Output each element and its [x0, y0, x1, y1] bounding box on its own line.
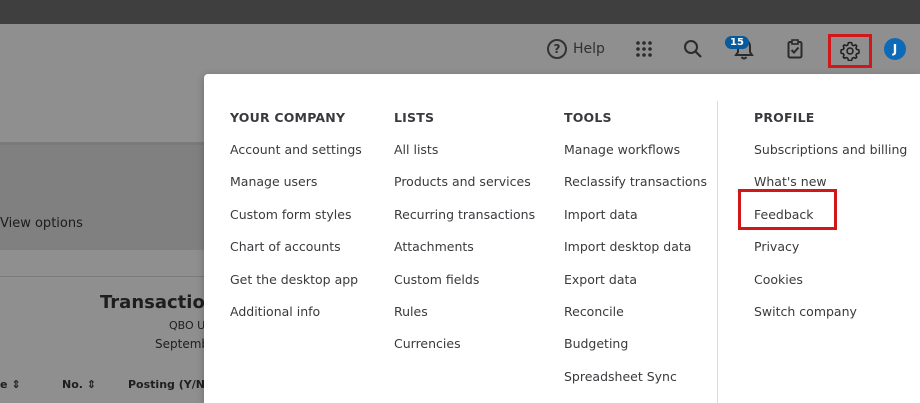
- sort-icon: ⇕: [86, 378, 97, 391]
- menu-item-get-desktop-app[interactable]: Get the desktop app: [230, 272, 362, 304]
- question-icon: ?: [547, 39, 568, 59]
- menu-item-switch-company[interactable]: Switch company: [754, 304, 907, 336]
- menu-heading: PROFILE: [754, 110, 815, 125]
- menu-item-attachments[interactable]: Attachments: [394, 239, 535, 271]
- menu-item-additional-info[interactable]: Additional info: [230, 304, 362, 336]
- menu-item-recurring-transactions[interactable]: Recurring transactions: [394, 207, 535, 239]
- menu-item-spreadsheet-sync[interactable]: Spreadsheet Sync: [564, 369, 707, 401]
- column-header[interactable]: e ⇕: [0, 378, 21, 391]
- menu-column-your-company: YOUR COMPANY Account and settings Manage…: [230, 110, 362, 336]
- filter-panel: [0, 142, 205, 250]
- menu-item-account-and-settings[interactable]: Account and settings: [230, 142, 362, 174]
- menu-item-privacy[interactable]: Privacy: [754, 239, 907, 271]
- menu-column-tools: TOOLS Manage workflows Reclassify transa…: [564, 110, 707, 401]
- menu-heading: YOUR COMPANY: [230, 110, 346, 125]
- menu-item-cookies[interactable]: Cookies: [754, 272, 907, 304]
- gear-icon[interactable]: [828, 34, 872, 68]
- feedback-highlight-box: [738, 189, 837, 230]
- view-options-link[interactable]: View options: [0, 216, 83, 231]
- menu-item-export-data[interactable]: Export data: [564, 272, 707, 304]
- avatar[interactable]: J: [884, 38, 906, 60]
- menu-item-reconcile[interactable]: Reconcile: [564, 304, 707, 336]
- help-button[interactable]: ? Help: [545, 35, 607, 63]
- menu-item-rules[interactable]: Rules: [394, 304, 535, 336]
- menu-item-import-data[interactable]: Import data: [564, 207, 707, 239]
- menu-item-custom-form-styles[interactable]: Custom form styles: [230, 207, 362, 239]
- search-icon[interactable]: [681, 35, 705, 63]
- clipboard-check-icon[interactable]: [783, 35, 807, 63]
- sort-icon: ⇕: [11, 378, 21, 391]
- top-bar: [0, 0, 920, 24]
- menu-item-products-and-services[interactable]: Products and services: [394, 174, 535, 206]
- help-label: Help: [573, 41, 605, 57]
- column-divider: [717, 101, 718, 403]
- report-company: QBO U: [169, 319, 206, 332]
- menu-item-subscriptions-and-billing[interactable]: Subscriptions and billing: [754, 142, 907, 174]
- menu-item-custom-fields[interactable]: Custom fields: [394, 272, 535, 304]
- menu-item-currencies[interactable]: Currencies: [394, 336, 535, 368]
- menu-item-manage-users[interactable]: Manage users: [230, 174, 362, 206]
- settings-dropdown-menu: YOUR COMPANY Account and settings Manage…: [204, 74, 920, 403]
- menu-item-budgeting[interactable]: Budgeting: [564, 336, 707, 368]
- column-header[interactable]: Posting (Y/N): [128, 378, 210, 391]
- menu-item-reclassify-transactions[interactable]: Reclassify transactions: [564, 174, 707, 206]
- apps-grid-icon[interactable]: [632, 35, 656, 63]
- app-header: ? Help 15 J: [0, 24, 920, 76]
- column-header[interactable]: No. ⇕: [62, 378, 96, 391]
- menu-heading: LISTS: [394, 110, 435, 125]
- report-title: Transaction: [100, 292, 218, 313]
- menu-item-chart-of-accounts[interactable]: Chart of accounts: [230, 239, 362, 271]
- menu-item-import-desktop-data[interactable]: Import desktop data: [564, 239, 707, 271]
- notification-badge: 15: [725, 36, 749, 49]
- menu-heading: TOOLS: [564, 110, 612, 125]
- menu-item-manage-workflows[interactable]: Manage workflows: [564, 142, 707, 174]
- report-date: Septemb: [155, 337, 210, 351]
- menu-item-all-lists[interactable]: All lists: [394, 142, 535, 174]
- menu-column-lists: LISTS All lists Products and services Re…: [394, 110, 535, 369]
